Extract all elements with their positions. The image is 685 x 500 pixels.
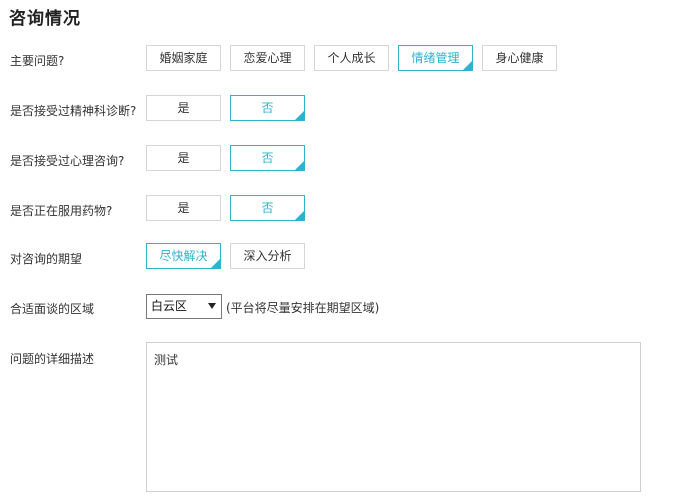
- option-love-psychology[interactable]: 恋爱心理: [230, 45, 305, 71]
- dropdown-arrow-icon: [208, 303, 216, 309]
- area-select-value: 白云区: [151, 299, 188, 313]
- option-marriage-family[interactable]: 婚姻家庭: [146, 45, 221, 71]
- option-emotion-management[interactable]: 情绪管理: [398, 45, 473, 71]
- option-mind-body-health[interactable]: 身心健康: [482, 45, 557, 71]
- area-label: 合适面谈的区域: [10, 302, 95, 316]
- psychiatric-no-option[interactable]: 否: [230, 95, 305, 121]
- section-title: 咨询情况: [9, 9, 81, 29]
- description-textarea[interactable]: 测试: [146, 342, 641, 492]
- area-note: (平台将尽量安排在期望区域): [226, 301, 380, 315]
- counseling-no-option[interactable]: 否: [230, 145, 305, 171]
- description-label: 问题的详细描述: [10, 352, 95, 366]
- psychiatric-diagnosis-label: 是否接受过精神科诊断?: [10, 104, 137, 118]
- main-problem-label: 主要问题?: [10, 54, 65, 68]
- medication-yes-option[interactable]: 是: [146, 195, 221, 221]
- medication-label: 是否正在服用药物?: [10, 204, 113, 218]
- area-select[interactable]: 白云区: [146, 294, 222, 319]
- option-quick-solution[interactable]: 尽快解决: [146, 243, 221, 269]
- psychiatric-yes-option[interactable]: 是: [146, 95, 221, 121]
- medication-no-option[interactable]: 否: [230, 195, 305, 221]
- expectation-label: 对咨询的期望: [10, 252, 83, 266]
- option-deep-analysis[interactable]: 深入分析: [230, 243, 305, 269]
- counseling-history-label: 是否接受过心理咨询?: [10, 154, 125, 168]
- option-personal-growth[interactable]: 个人成长: [314, 45, 389, 71]
- counseling-yes-option[interactable]: 是: [146, 145, 221, 171]
